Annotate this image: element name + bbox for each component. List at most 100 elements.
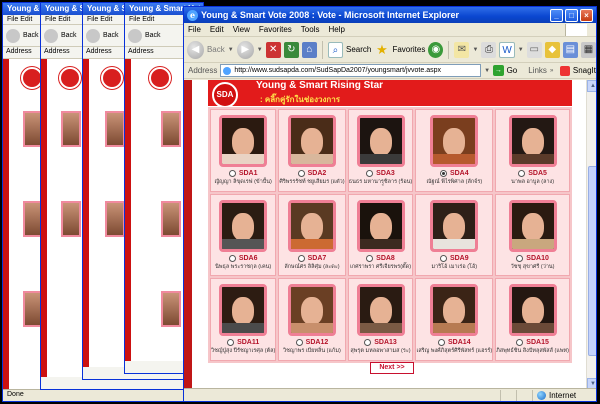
vote-radio[interactable] [518,170,526,177]
vertical-scrollbar[interactable]: ▲ ▼ [586,80,596,390]
candidate-card: SDA2 ศิริพรรรัชท์ ชยูเสียมร (แต๋ว) [278,109,346,192]
candidate-code: SDA3 [376,170,395,177]
candidate-photo [105,201,125,237]
vote-radio[interactable] [364,339,372,347]
vote-radio[interactable] [439,170,447,177]
red-strip [83,59,89,367]
candidate-code: SDA4 [449,170,469,177]
messenger-icon[interactable]: ◆ [544,41,560,58]
links-label[interactable]: Links [528,66,547,75]
vote-radio[interactable] [228,254,236,262]
scroll-up-arrow-icon[interactable]: ▲ [587,80,596,92]
media-icon[interactable]: ◉ [428,41,444,58]
photo-face [369,212,392,241]
edit-icon[interactable]: W [499,41,515,58]
menu-file[interactable]: File [188,25,201,34]
sda-logo: SDA [212,82,238,108]
browser-window[interactable]: e Young & Smart Vote 2008 : Vote - Micro… [183,6,597,402]
home-icon[interactable]: ⌂ [301,41,317,58]
vote-radio[interactable] [516,254,524,262]
menu-view[interactable]: View [233,25,250,34]
status-bar: Internet [184,388,596,401]
menu-edit[interactable]: Edit [210,25,224,34]
back-arrow-icon [6,28,20,43]
maximize-button[interactable]: □ [565,8,578,22]
vote-radio[interactable] [438,339,446,347]
candidate-photo [287,115,336,167]
title-bar[interactable]: e Young & Smart Vote 2008 : Vote - Micro… [184,7,596,23]
candidate-card: SDA6 นิพธุล พระราชกุล (เคน) [210,193,277,277]
favorites-star-icon[interactable]: ★ [374,42,389,58]
forward-arrow-icon[interactable]: ▶ [236,40,254,59]
vote-radio[interactable] [366,170,374,177]
photo-face [232,128,255,156]
photo-shoulder [222,323,265,334]
snagit-button[interactable]: SnagIt [573,66,596,75]
candidate-name: ลักษณ์ศร ลิลิศุ่ม (ละดะ) [284,263,340,270]
address-input[interactable]: http://www.sudsapda.com/SudSapDa2007/you… [220,64,482,77]
vote-radio[interactable] [297,170,305,177]
stop-icon[interactable]: ✕ [265,41,281,58]
favorites-button[interactable]: Favorites [392,45,425,54]
chevron-down-icon[interactable]: ▼ [518,47,524,53]
vote-radio[interactable] [228,170,236,177]
menu-help[interactable]: Help [328,25,344,34]
go-arrow-icon[interactable]: → [493,65,504,76]
photo-shoulder [511,238,554,249]
chevron-down-icon[interactable]: ▼ [484,68,490,74]
candidate-photo [219,284,268,337]
vote-radio[interactable] [297,254,305,262]
candidate-code: SDA15 [526,339,549,347]
next-button[interactable]: Next >> [370,362,414,374]
candidate-name: นิพธุล พระราชกุล (เคน) [215,263,272,270]
globe-icon [537,390,546,400]
photo-shoulder [222,154,265,164]
refresh-icon[interactable]: ↻ [283,41,299,58]
vote-radio[interactable] [516,339,524,347]
chevron-down-icon[interactable]: ▼ [257,47,263,53]
photo-face [232,297,255,326]
bookmark-icon[interactable]: ▦ [580,41,596,58]
vote-radio[interactable] [439,254,447,262]
go-button[interactable]: Go [507,66,518,75]
status-cell [500,389,516,401]
vote-row: SDA14 [438,339,471,347]
candidate-photo [430,284,479,337]
search-icon[interactable]: ⌕ [327,41,344,58]
snagit-icon[interactable] [560,65,570,76]
vote-radio[interactable] [366,254,374,262]
discuss-icon[interactable]: ▭ [526,41,542,58]
print-icon[interactable]: ⎙ [481,41,497,58]
chevron-down-icon[interactable]: ▼ [472,47,478,53]
vote-row: SDA5 [518,170,547,177]
candidate-photo [219,115,268,167]
candidate-name: ภิสพุทธ์ชิน สิงปัทลุสพัสส์ (แพท) [496,348,569,355]
back-arrow-icon[interactable]: ◀ [187,40,204,59]
mail-icon[interactable]: ✉ [454,41,470,58]
vote-radio[interactable] [227,339,235,347]
photo-shoulder [290,238,333,249]
address-url: http://www.sudsapda.com/SudSapDa2007/you… [234,67,441,74]
research-icon[interactable]: ▤ [562,41,578,58]
search-button[interactable]: Search [346,45,371,54]
menu-tools[interactable]: Tools [301,25,320,34]
menu-favorites[interactable]: Favorites [259,25,292,34]
photo-shoulder [511,154,554,164]
scroll-thumb[interactable] [588,166,596,356]
candidate-photo [356,115,405,167]
page-viewport[interactable]: SDA Young & Smart Rising Star : คลิ๊กคู่… [184,80,596,390]
chevron-down-icon[interactable]: ▼ [228,47,234,53]
banner-title: Young & Smart Rising Star [256,80,384,91]
back-button[interactable]: Back [207,45,225,54]
internet-explorer-icon: e [187,9,198,21]
candidate-photo [161,291,181,327]
vote-radio[interactable] [295,339,303,347]
close-button[interactable]: × [580,8,593,22]
chevron-double-icon[interactable]: » [550,68,553,74]
candidate-code: SDA7 [307,254,327,262]
photo-face [369,128,392,156]
candidate-name: มาริโอ้ เมาเร่อ (โอ้) [431,263,478,270]
candidate-photo [219,199,268,252]
candidate-card: SDA3 ธนธร มหานารฺูชิลาร (ร้อน) [347,109,414,192]
minimize-button[interactable]: _ [550,8,563,22]
